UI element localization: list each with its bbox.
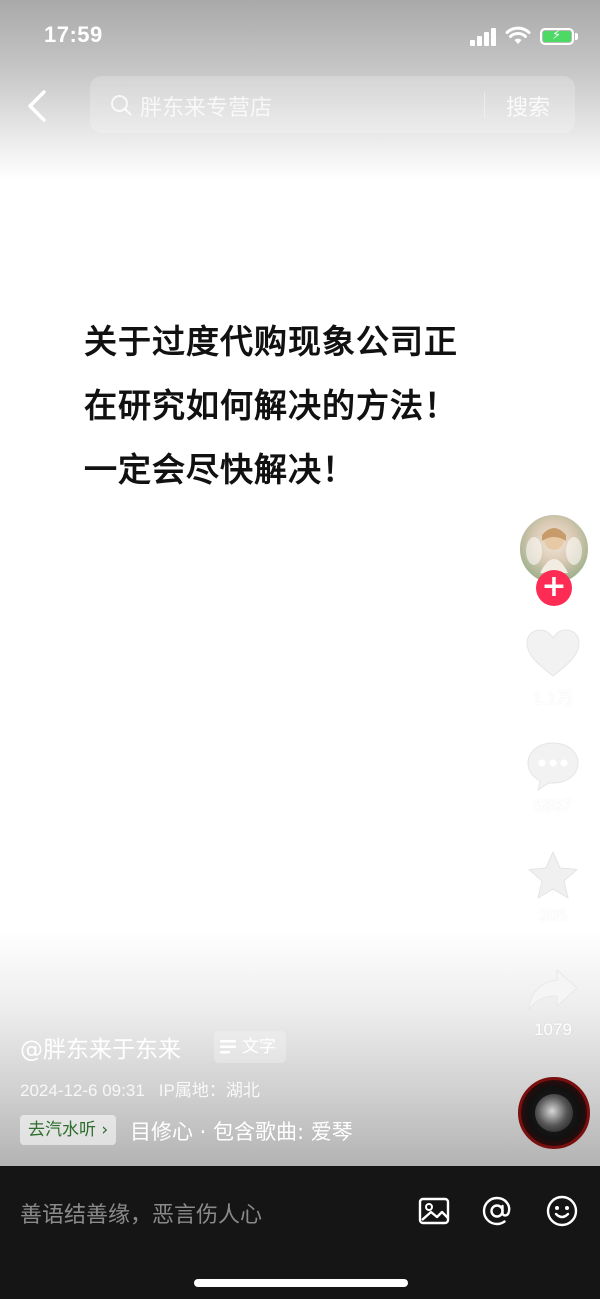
comment-count: 5887: [534, 796, 572, 815]
text-tag-label: 文字: [242, 1037, 276, 1057]
emoji-icon[interactable]: [545, 1194, 579, 1228]
comment-button[interactable]: 5887: [515, 740, 591, 816]
wifi-icon: [505, 26, 531, 44]
post-line: 在研究如何解决的方法！: [84, 386, 458, 425]
post-line: 关于过度代购现象公司正: [84, 322, 458, 361]
battery-cap: [575, 33, 578, 40]
like-button[interactable]: 1.1万: [515, 628, 591, 709]
disc-cover: [535, 1094, 573, 1132]
status-bar: 17:59 ⚡: [0, 0, 600, 70]
post-meta: 2024-12-6 09:31 IP属地：湖北: [20, 1076, 274, 1101]
at-icon[interactable]: [480, 1194, 514, 1228]
signal-icon: [470, 28, 498, 46]
comment-input[interactable]: 善语结善缘，恶言伤人心: [20, 1197, 262, 1229]
share-icon: [528, 969, 578, 1011]
music-disc[interactable]: [518, 1077, 590, 1149]
home-indicator[interactable]: [194, 1279, 408, 1287]
search-placeholder: 胖东来专营店: [140, 96, 273, 121]
follow-button[interactable]: +: [536, 570, 572, 606]
favorite-count: 205: [538, 906, 568, 925]
text-lines-icon: [220, 1040, 236, 1054]
ip-location: IP属地：湖北: [158, 1081, 260, 1100]
search-button[interactable]: 搜索: [506, 90, 550, 122]
share-count: 1079: [534, 1020, 572, 1039]
like-count: 1.1万: [532, 689, 574, 708]
favorite-button[interactable]: 205: [515, 850, 591, 926]
comment-icon: [527, 742, 579, 792]
image-icon[interactable]: [417, 1194, 451, 1228]
post-text: 关于过度代购现象公司正 在研究如何解决的方法！ 一定会尽快解决！: [84, 310, 514, 502]
author-handle[interactable]: @胖东来于东来: [20, 1030, 181, 1064]
share-button[interactable]: 1079: [515, 966, 591, 1040]
star-icon: [528, 851, 578, 899]
music-info[interactable]: 目修心 · 包含歌曲: 爱琴: [130, 1116, 353, 1146]
heart-icon: [526, 629, 580, 677]
text-tag[interactable]: 文字: [214, 1031, 286, 1063]
search-icon: [111, 95, 132, 116]
status-time: 17:59: [44, 22, 103, 47]
comment-bar: 善语结善缘，恶言伤人心: [0, 1166, 600, 1299]
qishui-listen-button[interactable]: 去汽水听 ›: [20, 1115, 117, 1145]
battery-icon: ⚡: [540, 28, 574, 45]
post-date: 2024-12-6 09:31: [20, 1081, 145, 1100]
back-button[interactable]: [20, 84, 56, 128]
back-icon: [28, 90, 46, 122]
search-input[interactable]: 胖东来专营店 搜索: [90, 76, 575, 133]
search-divider: [484, 92, 485, 118]
post-line: 一定会尽快解决！: [84, 450, 356, 489]
